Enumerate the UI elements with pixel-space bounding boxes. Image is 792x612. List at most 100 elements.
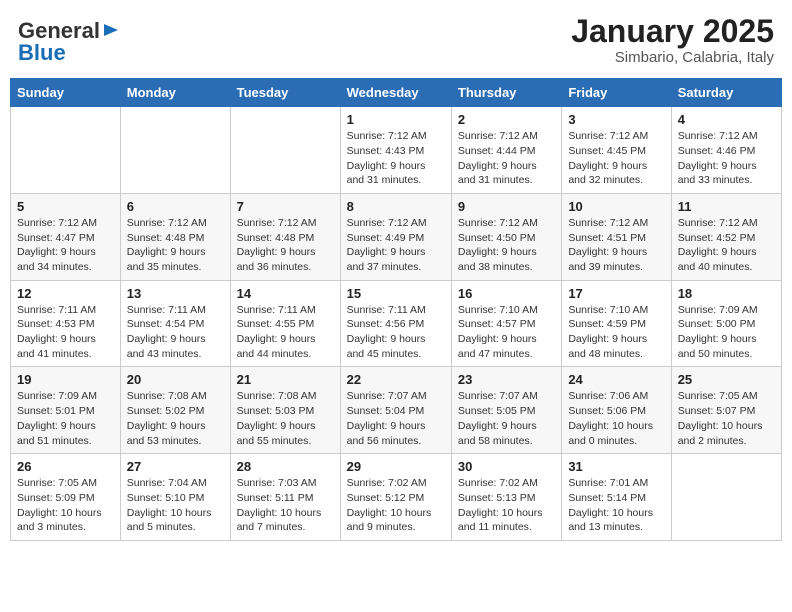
- calendar-day-cell: 3Sunrise: 7:12 AM Sunset: 4:45 PM Daylig…: [562, 107, 671, 194]
- page-header: General Blue January 2025 Simbario, Cala…: [10, 10, 782, 70]
- day-number: 23: [458, 372, 555, 387]
- day-info: Sunrise: 7:11 AM Sunset: 4:53 PM Dayligh…: [17, 303, 114, 362]
- day-number: 8: [347, 199, 445, 214]
- calendar-day-cell: 8Sunrise: 7:12 AM Sunset: 4:49 PM Daylig…: [340, 193, 451, 280]
- calendar-day-cell: 9Sunrise: 7:12 AM Sunset: 4:50 PM Daylig…: [451, 193, 561, 280]
- logo: General Blue: [18, 18, 120, 66]
- calendar-week-row: 19 Sunrise: 7:09 AM Sunset: 5:01 PM Dayli…: [11, 367, 782, 454]
- day-number: 5: [17, 199, 114, 214]
- day-number: 20: [127, 372, 224, 387]
- calendar-day-cell: 10 Sunrise: 7:12 AM Sunset: 4:51 PM Dayli…: [562, 193, 671, 280]
- day-info: Sunrise: 7:12 AM Sunset: 4:48 PM Dayligh…: [127, 216, 224, 275]
- calendar-day-cell: 26 Sunrise: 7:05 AM Sunset: 5:09 PM Dayli…: [11, 454, 121, 541]
- day-of-week-header: Wednesday: [340, 79, 451, 107]
- day-number: 7: [237, 199, 334, 214]
- calendar-day-cell: [11, 107, 121, 194]
- day-number: 10: [568, 199, 664, 214]
- calendar-week-row: 5 Sunrise: 7:12 AM Sunset: 4:47 PM Daylig…: [11, 193, 782, 280]
- day-of-week-header: Saturday: [671, 79, 781, 107]
- day-info: Sunrise: 7:05 AM Sunset: 5:09 PM Dayligh…: [17, 476, 114, 535]
- day-info: Sunrise: 7:02 AM Sunset: 5:12 PM Dayligh…: [347, 476, 445, 535]
- calendar-day-cell: [230, 107, 340, 194]
- day-number: 14: [237, 286, 334, 301]
- day-number: 12: [17, 286, 114, 301]
- day-info: Sunrise: 7:12 AM Sunset: 4:44 PM Dayligh…: [458, 129, 555, 188]
- calendar-week-row: 1 Sunrise: 7:12 AM Sunset: 4:43 PM Daylig…: [11, 107, 782, 194]
- calendar-day-cell: 7 Sunrise: 7:12 AM Sunset: 4:48 PM Daylig…: [230, 193, 340, 280]
- day-info: Sunrise: 7:09 AM Sunset: 5:00 PM Dayligh…: [678, 303, 775, 362]
- calendar-day-cell: 14 Sunrise: 7:11 AM Sunset: 4:55 PM Dayli…: [230, 280, 340, 367]
- calendar-header-row: SundayMondayTuesdayWednesdayThursdayFrid…: [11, 79, 782, 107]
- day-number: 4: [678, 112, 775, 127]
- calendar-day-cell: 24Sunrise: 7:06 AM Sunset: 5:06 PM Dayli…: [562, 367, 671, 454]
- day-info: Sunrise: 7:08 AM Sunset: 5:03 PM Dayligh…: [237, 389, 334, 448]
- calendar-day-cell: 11 Sunrise: 7:12 AM Sunset: 4:52 PM Dayli…: [671, 193, 781, 280]
- day-info: Sunrise: 7:03 AM Sunset: 5:11 PM Dayligh…: [237, 476, 334, 535]
- day-of-week-header: Monday: [120, 79, 230, 107]
- day-info: Sunrise: 7:12 AM Sunset: 4:46 PM Dayligh…: [678, 129, 775, 188]
- day-number: 11: [678, 199, 775, 214]
- day-number: 19: [17, 372, 114, 387]
- day-info: Sunrise: 7:08 AM Sunset: 5:02 PM Dayligh…: [127, 389, 224, 448]
- day-number: 6: [127, 199, 224, 214]
- day-info: Sunrise: 7:06 AM Sunset: 5:06 PM Dayligh…: [568, 389, 664, 448]
- day-number: 13: [127, 286, 224, 301]
- calendar-day-cell: 6 Sunrise: 7:12 AM Sunset: 4:48 PM Daylig…: [120, 193, 230, 280]
- calendar-day-cell: 29 Sunrise: 7:02 AM Sunset: 5:12 PM Dayli…: [340, 454, 451, 541]
- calendar-day-cell: [671, 454, 781, 541]
- day-info: Sunrise: 7:10 AM Sunset: 4:57 PM Dayligh…: [458, 303, 555, 362]
- calendar-day-cell: 21 Sunrise: 7:08 AM Sunset: 5:03 PM Dayli…: [230, 367, 340, 454]
- day-info: Sunrise: 7:10 AM Sunset: 4:59 PM Dayligh…: [568, 303, 664, 362]
- calendar-day-cell: 17Sunrise: 7:10 AM Sunset: 4:59 PM Dayli…: [562, 280, 671, 367]
- day-number: 28: [237, 459, 334, 474]
- calendar-day-cell: 5 Sunrise: 7:12 AM Sunset: 4:47 PM Daylig…: [11, 193, 121, 280]
- day-info: Sunrise: 7:12 AM Sunset: 4:51 PM Dayligh…: [568, 216, 664, 275]
- calendar-day-cell: 15Sunrise: 7:11 AM Sunset: 4:56 PM Dayli…: [340, 280, 451, 367]
- day-info: Sunrise: 7:11 AM Sunset: 4:54 PM Dayligh…: [127, 303, 224, 362]
- day-info: Sunrise: 7:12 AM Sunset: 4:43 PM Dayligh…: [347, 129, 445, 188]
- day-number: 30: [458, 459, 555, 474]
- day-info: Sunrise: 7:04 AM Sunset: 5:10 PM Dayligh…: [127, 476, 224, 535]
- day-info: Sunrise: 7:11 AM Sunset: 4:55 PM Dayligh…: [237, 303, 334, 362]
- title-block: January 2025 Simbario, Calabria, Italy: [571, 14, 774, 66]
- calendar-table: SundayMondayTuesdayWednesdayThursdayFrid…: [10, 78, 782, 541]
- logo-blue-text: Blue: [18, 40, 66, 66]
- day-number: 26: [17, 459, 114, 474]
- day-of-week-header: Thursday: [451, 79, 561, 107]
- day-info: Sunrise: 7:09 AM Sunset: 5:01 PM Dayligh…: [17, 389, 114, 448]
- day-info: Sunrise: 7:02 AM Sunset: 5:13 PM Dayligh…: [458, 476, 555, 535]
- calendar-day-cell: 13 Sunrise: 7:11 AM Sunset: 4:54 PM Dayli…: [120, 280, 230, 367]
- day-info: Sunrise: 7:12 AM Sunset: 4:45 PM Dayligh…: [568, 129, 664, 188]
- day-number: 2: [458, 112, 555, 127]
- day-of-week-header: Friday: [562, 79, 671, 107]
- day-number: 18: [678, 286, 775, 301]
- day-info: Sunrise: 7:01 AM Sunset: 5:14 PM Dayligh…: [568, 476, 664, 535]
- calendar-day-cell: 18 Sunrise: 7:09 AM Sunset: 5:00 PM Dayli…: [671, 280, 781, 367]
- calendar-day-cell: 27Sunrise: 7:04 AM Sunset: 5:10 PM Dayli…: [120, 454, 230, 541]
- location-subtitle: Simbario, Calabria, Italy: [571, 49, 774, 66]
- day-number: 21: [237, 372, 334, 387]
- calendar-day-cell: [120, 107, 230, 194]
- calendar-day-cell: 25 Sunrise: 7:05 AM Sunset: 5:07 PM Dayli…: [671, 367, 781, 454]
- day-of-week-header: Tuesday: [230, 79, 340, 107]
- day-info: Sunrise: 7:12 AM Sunset: 4:48 PM Dayligh…: [237, 216, 334, 275]
- day-info: Sunrise: 7:05 AM Sunset: 5:07 PM Dayligh…: [678, 389, 775, 448]
- month-title: January 2025: [571, 14, 774, 49]
- day-info: Sunrise: 7:07 AM Sunset: 5:04 PM Dayligh…: [347, 389, 445, 448]
- day-number: 25: [678, 372, 775, 387]
- logo-flag-icon: [102, 22, 120, 40]
- calendar-week-row: 12 Sunrise: 7:11 AM Sunset: 4:53 PM Dayli…: [11, 280, 782, 367]
- day-info: Sunrise: 7:12 AM Sunset: 4:50 PM Dayligh…: [458, 216, 555, 275]
- calendar-day-cell: 28 Sunrise: 7:03 AM Sunset: 5:11 PM Dayli…: [230, 454, 340, 541]
- day-number: 15: [347, 286, 445, 301]
- day-info: Sunrise: 7:12 AM Sunset: 4:47 PM Dayligh…: [17, 216, 114, 275]
- calendar-day-cell: 2 Sunrise: 7:12 AM Sunset: 4:44 PM Daylig…: [451, 107, 561, 194]
- day-of-week-header: Sunday: [11, 79, 121, 107]
- day-info: Sunrise: 7:12 AM Sunset: 4:52 PM Dayligh…: [678, 216, 775, 275]
- calendar-day-cell: 4 Sunrise: 7:12 AM Sunset: 4:46 PM Daylig…: [671, 107, 781, 194]
- day-number: 31: [568, 459, 664, 474]
- calendar-day-cell: 20 Sunrise: 7:08 AM Sunset: 5:02 PM Dayli…: [120, 367, 230, 454]
- calendar-day-cell: 22Sunrise: 7:07 AM Sunset: 5:04 PM Dayli…: [340, 367, 451, 454]
- day-number: 1: [347, 112, 445, 127]
- day-number: 29: [347, 459, 445, 474]
